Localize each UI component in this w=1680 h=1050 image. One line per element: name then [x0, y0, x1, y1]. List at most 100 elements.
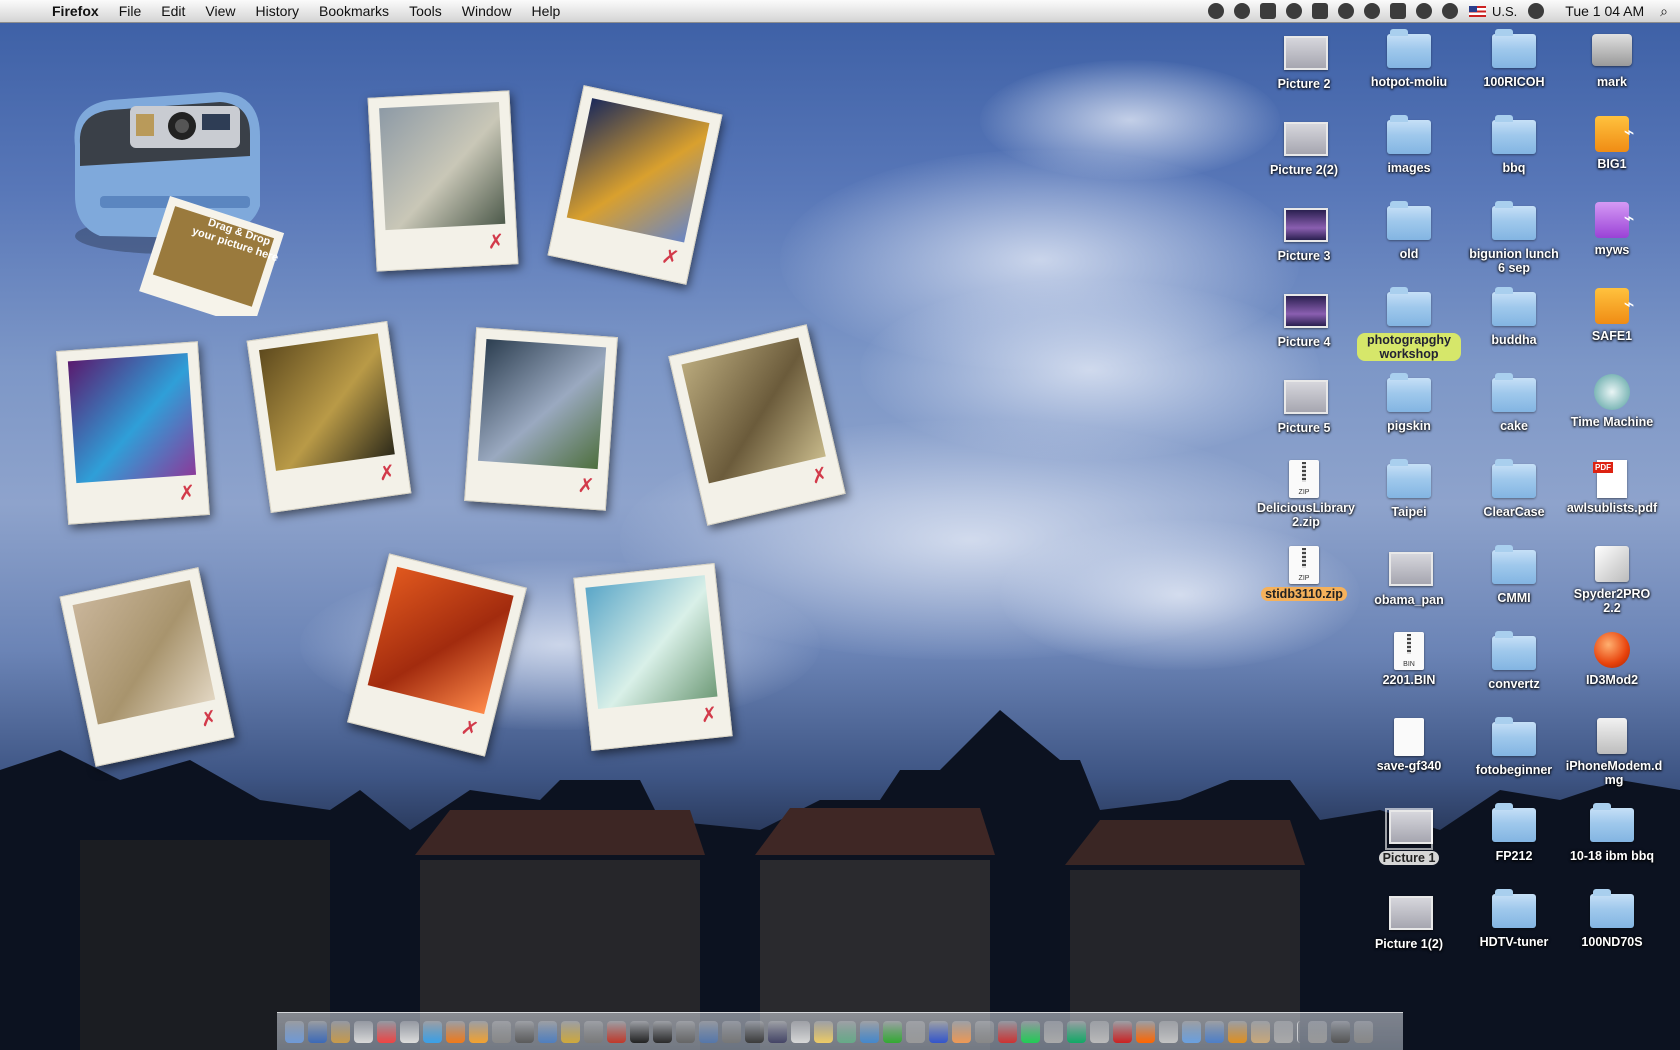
- desktop-icon-100nd70s[interactable]: 100ND70S: [1560, 889, 1664, 976]
- dock-app-icon[interactable]: [492, 1020, 511, 1043]
- dock-app-icon[interactable]: [1205, 1020, 1224, 1043]
- desktop-icon-images[interactable]: images: [1357, 115, 1461, 202]
- menu-history[interactable]: History: [245, 0, 309, 22]
- dock-app-icon[interactable]: [354, 1020, 373, 1043]
- desktop-icon-hotpot-moliu[interactable]: hotpot-moliu: [1357, 29, 1461, 116]
- polaroid-delete-icon[interactable]: ✗: [377, 459, 397, 486]
- dock-app-icon[interactable]: [630, 1020, 649, 1043]
- polaroid-delete-icon[interactable]: ✗: [699, 702, 719, 729]
- cloud-icon[interactable]: [1286, 3, 1302, 19]
- polaroid-photo-wall-tiles[interactable]: ✗: [668, 324, 846, 526]
- desktop-icon-2201-bin[interactable]: BIN 2201.BIN: [1357, 632, 1461, 718]
- desktop-icon-clearcase[interactable]: ClearCase: [1462, 459, 1566, 546]
- dock-app-icon[interactable]: [1251, 1020, 1270, 1043]
- dock-app-icon[interactable]: [1021, 1020, 1040, 1043]
- desktop-icon-mark[interactable]: mark: [1560, 30, 1664, 116]
- dock-app-icon[interactable]: [699, 1020, 718, 1043]
- menu-view[interactable]: View: [195, 0, 245, 22]
- dock-app-icon[interactable]: [1136, 1020, 1155, 1043]
- polaroid-delete-icon[interactable]: ✗: [809, 462, 831, 490]
- dock-app-icon[interactable]: [1354, 1020, 1373, 1043]
- spotlight-search-icon[interactable]: ⌕: [1660, 3, 1668, 20]
- time-machine-icon[interactable]: [1364, 3, 1380, 19]
- polaroid-delete-icon[interactable]: ✗: [198, 705, 220, 733]
- dock-app-icon[interactable]: [906, 1020, 925, 1043]
- desktop-icon-hdtv-tuner[interactable]: HDTV-tuner: [1462, 889, 1566, 976]
- dock-app-icon[interactable]: [952, 1020, 971, 1043]
- desktop-icon-100ricoh[interactable]: 100RICOH: [1462, 29, 1566, 116]
- menu-file[interactable]: File: [109, 0, 152, 22]
- robot-icon[interactable]: [1234, 3, 1250, 19]
- desktop-icon-picture-5[interactable]: Picture 5: [1252, 374, 1356, 460]
- desktop-icon-awlsublists-pdf[interactable]: awlsublists.pdf: [1560, 460, 1664, 546]
- dock-app-icon[interactable]: [1090, 1020, 1109, 1043]
- dock-app-icon[interactable]: [561, 1020, 580, 1043]
- polaroid-photo-church[interactable]: ✗: [573, 563, 733, 751]
- dock-app-icon[interactable]: [653, 1020, 672, 1043]
- polaroid-camera-widget[interactable]: Drag & Drop your picture here: [70, 86, 330, 329]
- dock-app-icon[interactable]: [791, 1020, 810, 1043]
- dock-app-icon[interactable]: [676, 1020, 695, 1043]
- desktop-icon-stidb3110-zip[interactable]: ZIP stidb3110.zip: [1252, 546, 1356, 632]
- desktop-icon-iphonemodem-dmg[interactable]: iPhoneModem.dmg: [1560, 718, 1664, 804]
- polaroid-delete-icon[interactable]: ✗: [178, 480, 196, 506]
- desktop-icon-photograpghy-workshop[interactable]: photograpghy workshop: [1357, 287, 1461, 374]
- desktop-icon-fotobeginner[interactable]: fotobeginner: [1462, 717, 1566, 804]
- desktop-icon-taipei[interactable]: Taipei: [1357, 459, 1461, 546]
- dock-app-icon[interactable]: [1159, 1020, 1178, 1043]
- dock-app-icon[interactable]: [860, 1020, 879, 1043]
- dock-app-icon[interactable]: [308, 1020, 327, 1043]
- dock-app-icon[interactable]: [400, 1020, 419, 1043]
- desktop-icon-safe1[interactable]: SAFE1: [1560, 288, 1664, 374]
- menu-bookmarks[interactable]: Bookmarks: [309, 0, 399, 22]
- desktop-icon-bigunion-lunch-6-sep[interactable]: bigunion lunch 6 sep: [1462, 201, 1566, 288]
- desktop-icon-time-machine[interactable]: Time Machine: [1560, 374, 1664, 460]
- dock-app-icon[interactable]: [722, 1020, 741, 1043]
- dock-app-icon[interactable]: [1067, 1020, 1086, 1043]
- dock-app-icon[interactable]: [515, 1020, 534, 1043]
- desktop-icon-10-18-ibm-bbq[interactable]: 10-18 ibm bbq: [1560, 803, 1664, 890]
- desktop-icon-picture-4[interactable]: Picture 4: [1252, 288, 1356, 374]
- polaroid-photo-red-maze[interactable]: ✗: [347, 553, 527, 757]
- desktop-icon-old[interactable]: old: [1357, 201, 1461, 288]
- polaroid-photo-rail-tracks[interactable]: ✗: [367, 90, 519, 272]
- desktop-icon-bbq[interactable]: bbq: [1462, 115, 1566, 202]
- desktop-icon-picture-1-2-[interactable]: Picture 1(2): [1357, 890, 1461, 976]
- dock-app-icon[interactable]: [1274, 1020, 1293, 1043]
- desktop-icon-big1[interactable]: BIG1: [1560, 116, 1664, 202]
- desktop-icon-picture-1[interactable]: Picture 1: [1357, 804, 1461, 890]
- dock-app-icon[interactable]: [538, 1020, 557, 1043]
- dock-app-icon[interactable]: [1331, 1020, 1350, 1043]
- evernote-icon[interactable]: [1260, 3, 1276, 19]
- desktop-icon-convertz[interactable]: convertz: [1462, 631, 1566, 718]
- desktop-icon-buddha[interactable]: buddha: [1462, 287, 1566, 374]
- bluetooth-icon[interactable]: [1416, 3, 1432, 19]
- desktop-icon-picture-2[interactable]: Picture 2: [1252, 30, 1356, 116]
- menu-window[interactable]: Window: [452, 0, 522, 22]
- desktop-icon-cake[interactable]: cake: [1462, 373, 1566, 460]
- menu-app-firefox[interactable]: Firefox: [42, 0, 109, 22]
- desktop-icon-myws[interactable]: myws: [1560, 202, 1664, 288]
- polaroid-delete-icon[interactable]: ✗: [487, 229, 505, 255]
- dock-app-icon[interactable]: [1044, 1020, 1063, 1043]
- desktop-icon-fp212[interactable]: FP212: [1462, 803, 1566, 890]
- polaroid-delete-icon[interactable]: ✗: [577, 473, 595, 499]
- dock-app-icon[interactable]: [1228, 1020, 1247, 1043]
- desktop-icon-id3mod2[interactable]: ID3Mod2: [1560, 632, 1664, 718]
- dock-app-icon[interactable]: [998, 1020, 1017, 1043]
- polaroid-delete-icon[interactable]: ✗: [459, 714, 481, 742]
- desktop-icon-save-gf340[interactable]: save-gf340: [1357, 718, 1461, 804]
- dock-app-icon[interactable]: [883, 1020, 902, 1043]
- polaroid-photo-running-dog[interactable]: ✗: [59, 567, 235, 767]
- menu-tools[interactable]: Tools: [399, 0, 452, 22]
- desktop-icon-deliciouslibrary2-zip[interactable]: ZIP DeliciousLibrary2.zip: [1252, 460, 1356, 546]
- eject-icon[interactable]: [1390, 3, 1406, 19]
- printer-icon[interactable]: [1312, 3, 1328, 19]
- dock-app-icon[interactable]: [584, 1020, 603, 1043]
- dock-app-icon[interactable]: [331, 1020, 350, 1043]
- dock-app-icon[interactable]: [837, 1020, 856, 1043]
- dock-app-icon[interactable]: [469, 1020, 488, 1043]
- dock-app-icon[interactable]: [607, 1020, 626, 1043]
- dock-app-icon[interactable]: [975, 1020, 994, 1043]
- desktop-icon-picture-2-2-[interactable]: Picture 2(2): [1252, 116, 1356, 202]
